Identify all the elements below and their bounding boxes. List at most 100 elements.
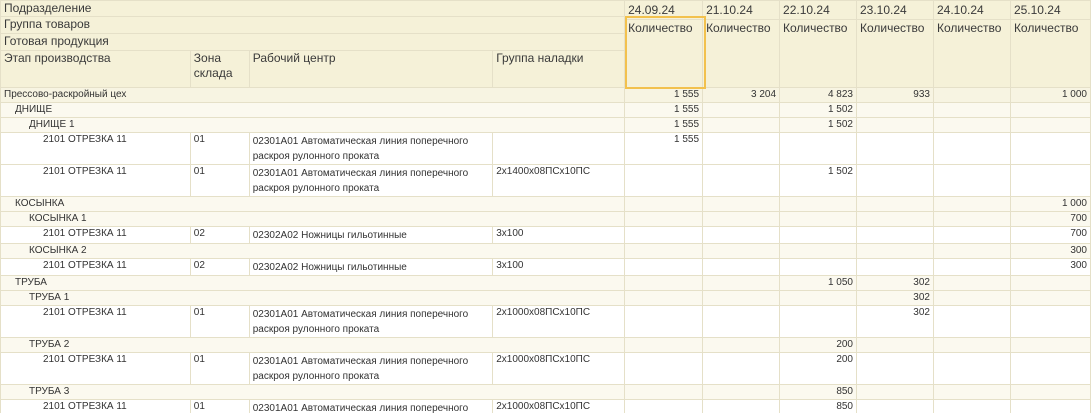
quantity-cell[interactable]: 933 [856, 87, 934, 103]
stage-cell[interactable]: 2101 ОТРЕЗКА 11 [0, 164, 191, 197]
stage-cell[interactable]: 2101 ОТРЕЗКА 11 [0, 399, 191, 413]
date-header[interactable]: 24.10.24 [932, 0, 1011, 20]
quantity-cell[interactable]: 300 [1009, 243, 1091, 259]
stage-cell[interactable]: 2101 ОТРЕЗКА 11 [0, 352, 191, 385]
quantity-cell[interactable] [932, 164, 1011, 197]
quantity-cell[interactable] [932, 305, 1011, 338]
date-header[interactable]: 25.10.24 [1009, 0, 1091, 20]
quantity-cell[interactable] [779, 305, 857, 338]
quantity-header[interactable]: Количество [624, 19, 704, 88]
quantity-cell[interactable]: 1 000 [1009, 196, 1091, 212]
stage-cell[interactable]: 2101 ОТРЕЗКА 11 [0, 258, 191, 276]
group-row[interactable]: Прессово-раскройный цех 1 555 3 204 4 823 93… [0, 87, 1091, 103]
quantity-cell[interactable] [702, 226, 781, 244]
group-row[interactable]: ДНИЩЕ 1 555 1 502 [0, 102, 1091, 118]
quantity-cell[interactable]: 1 000 [1009, 87, 1091, 103]
quantity-cell[interactable] [1009, 290, 1091, 306]
quantity-cell[interactable] [624, 352, 704, 385]
quantity-cell[interactable] [932, 132, 1011, 165]
quantity-cell[interactable] [624, 275, 704, 291]
group-label[interactable]: ТРУБА 3 [0, 384, 626, 400]
date-header[interactable]: 24.09.24 [624, 0, 704, 20]
quantity-cell[interactable] [779, 290, 857, 306]
zone-cell[interactable]: 01 [189, 399, 250, 413]
quantity-cell[interactable] [702, 243, 781, 259]
column-header-stage[interactable]: Этап производства [0, 50, 191, 88]
quantity-cell[interactable] [779, 211, 857, 227]
quantity-cell[interactable] [932, 87, 1011, 103]
quantity-cell[interactable]: 700 [1009, 226, 1091, 244]
stage-cell[interactable]: 2101 ОТРЕЗКА 11 [0, 226, 191, 244]
quantity-cell[interactable]: 1 502 [779, 117, 857, 133]
quantity-cell[interactable]: 1 555 [624, 132, 704, 165]
group-label[interactable]: КОСЫНКА [0, 196, 626, 212]
zone-cell[interactable]: 01 [189, 352, 250, 385]
quantity-cell[interactable] [856, 352, 934, 385]
quantity-cell[interactable] [624, 243, 704, 259]
stage-cell[interactable]: 2101 ОТРЕЗКА 11 [0, 132, 191, 165]
column-header-work-center[interactable]: Рабочий центр [248, 50, 494, 88]
work-center-cell[interactable]: 02301А01 Автоматическая линия поперечног… [248, 305, 494, 338]
table-row[interactable]: 2101 ОТРЕЗКА 11 01 02301А01 Автоматическая… [0, 399, 1091, 413]
quantity-cell[interactable] [856, 243, 934, 259]
quantity-cell[interactable] [1009, 399, 1091, 413]
quantity-cell[interactable] [779, 132, 857, 165]
quantity-header[interactable]: Количество [932, 19, 1011, 88]
quantity-cell[interactable] [702, 384, 781, 400]
quantity-cell[interactable] [1009, 275, 1091, 291]
column-header-zone[interactable]: Зона склада [189, 50, 250, 88]
quantity-cell[interactable] [856, 384, 934, 400]
quantity-header[interactable]: Количество [1009, 19, 1091, 88]
quantity-cell[interactable] [624, 164, 704, 197]
quantity-cell[interactable] [856, 399, 934, 413]
quantity-cell[interactable] [1009, 164, 1091, 197]
work-center-cell[interactable]: 02302А02 Ножницы гильотинные [248, 226, 494, 244]
quantity-cell[interactable] [856, 102, 934, 118]
quantity-cell[interactable] [624, 305, 704, 338]
quantity-cell[interactable] [1009, 305, 1091, 338]
setup-group-cell[interactable]: 3х100 [492, 258, 626, 276]
quantity-cell[interactable]: 200 [779, 352, 857, 385]
quantity-cell[interactable] [702, 164, 781, 197]
group-row[interactable]: ТРУБА 2 200 [0, 337, 1091, 353]
quantity-cell[interactable] [702, 399, 781, 413]
quantity-cell[interactable] [856, 211, 934, 227]
group-label[interactable]: ТРУБА [0, 275, 626, 291]
table-row[interactable]: 2101 ОТРЕЗКА 11 02 02302А02 Ножницы гильот… [0, 258, 1091, 276]
quantity-cell[interactable] [1009, 384, 1091, 400]
group-row[interactable]: КОСЫНКА 1 000 [0, 196, 1091, 212]
quantity-cell[interactable] [702, 132, 781, 165]
quantity-cell[interactable] [779, 196, 857, 212]
quantity-cell[interactable] [1009, 117, 1091, 133]
quantity-cell[interactable] [624, 290, 704, 306]
quantity-cell[interactable] [702, 117, 781, 133]
setup-group-cell[interactable]: 2х1000х08ПСх10ПС [492, 305, 626, 338]
quantity-cell[interactable] [779, 258, 857, 276]
quantity-cell[interactable] [932, 258, 1011, 276]
quantity-cell[interactable] [702, 337, 781, 353]
quantity-cell[interactable]: 1 502 [779, 164, 857, 197]
quantity-cell[interactable] [932, 290, 1011, 306]
quantity-cell[interactable] [856, 132, 934, 165]
quantity-cell[interactable]: 850 [779, 399, 857, 413]
quantity-cell[interactable] [856, 258, 934, 276]
group-label[interactable]: КОСЫНКА 2 [0, 243, 626, 259]
quantity-cell[interactable] [932, 352, 1011, 385]
quantity-cell[interactable] [702, 275, 781, 291]
quantity-cell[interactable] [624, 384, 704, 400]
quantity-header[interactable]: Количество [702, 19, 781, 88]
quantity-cell[interactable] [702, 102, 781, 118]
quantity-header[interactable]: Количество [856, 19, 934, 88]
quantity-cell[interactable] [932, 226, 1011, 244]
group-row[interactable]: КОСЫНКА 1 700 [0, 211, 1091, 227]
quantity-cell[interactable] [624, 258, 704, 276]
quantity-cell[interactable] [779, 243, 857, 259]
zone-cell[interactable]: 02 [189, 258, 250, 276]
setup-group-cell[interactable] [492, 132, 626, 165]
quantity-cell[interactable] [624, 337, 704, 353]
setup-group-cell[interactable]: 2х1000х08ПСх10ПС [492, 352, 626, 385]
quantity-cell[interactable] [932, 384, 1011, 400]
quantity-cell[interactable] [779, 226, 857, 244]
group-label[interactable]: ТРУБА 1 [0, 290, 626, 306]
quantity-cell[interactable] [932, 117, 1011, 133]
